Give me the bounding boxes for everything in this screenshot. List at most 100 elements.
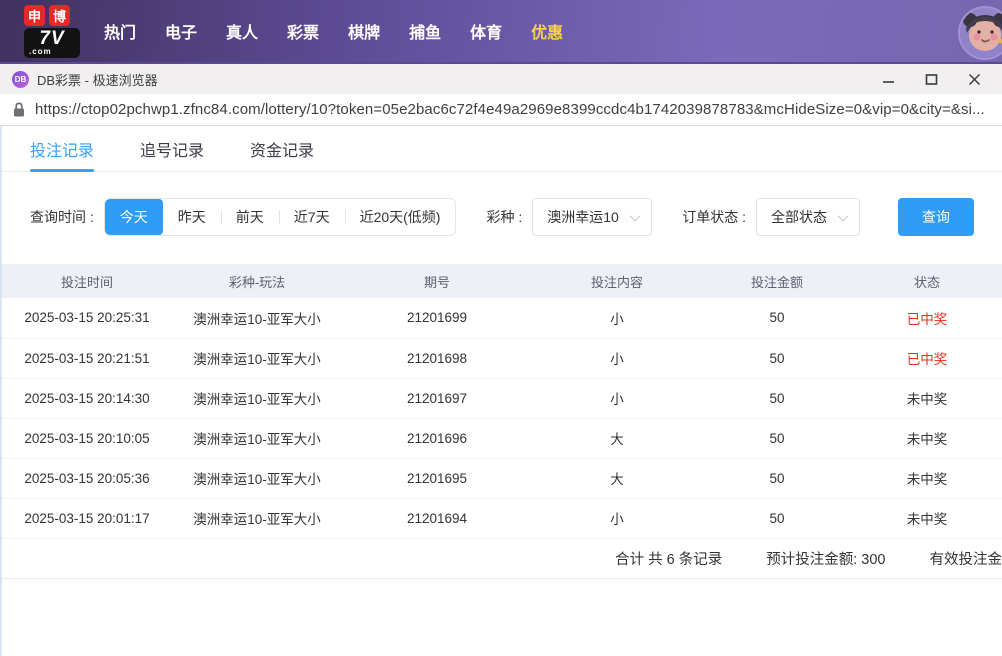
user-avatar[interactable]	[960, 8, 1002, 58]
logo-badge-2: 博	[49, 5, 70, 26]
col-header-bet-amount: 投注金额	[702, 264, 852, 298]
close-icon[interactable]	[966, 71, 982, 87]
lottery-select-value: 澳洲幸运10	[547, 207, 619, 227]
logo-badges: 申 博	[24, 5, 80, 26]
chevron-down-icon	[837, 210, 848, 221]
time-option-yesterday[interactable]: 昨天	[163, 199, 221, 235]
time-option-last-7-days[interactable]: 近7天	[279, 199, 345, 235]
nav-item-promotions[interactable]: 优惠	[531, 19, 563, 43]
logo-suffix: .com	[24, 48, 80, 56]
bet-amount-cell: 50	[702, 418, 852, 458]
tab-bet-records-label: 投注记录	[30, 137, 94, 161]
logo-box: 7V .com	[24, 28, 80, 58]
status-filter-label: 订单状态 :	[682, 207, 746, 227]
page-content: 投注记录 追号记录 资金记录 查询时间 : 今天 昨天 前天 近7天 近20天(…	[0, 126, 1002, 656]
site-nav-menu: 热门 电子 真人 彩票 棋牌 捕鱼 体育 优惠	[104, 19, 563, 43]
logo-brand: 7V	[24, 29, 80, 48]
summary-estimated-amount: 预计投注金额: 300	[766, 548, 885, 569]
tab-chase-records-label: 追号记录	[140, 137, 204, 161]
url-text: https://ctop02pchwp1.zfnc84.com/lottery/…	[35, 101, 985, 118]
tab-fund-records-label: 资金记录	[250, 137, 314, 161]
col-header-issue: 期号	[342, 264, 532, 298]
game-play-cell: 澳洲幸运10-亚军大小	[172, 498, 342, 538]
bet-time-cell: 2025-03-15 20:01:17	[2, 498, 172, 538]
nav-item-lottery[interactable]: 彩票	[287, 19, 319, 43]
browser-title-bar: DB DB彩票 - 极速浏览器	[0, 62, 1002, 94]
status-badge: 未中奖	[852, 458, 1002, 498]
bet-content-cell: 大	[532, 418, 702, 458]
avatar-illustration	[960, 8, 1002, 58]
time-option-today[interactable]: 今天	[105, 199, 163, 235]
time-filter-label: 查询时间 :	[30, 207, 94, 227]
bet-time-cell: 2025-03-15 20:21:51	[2, 338, 172, 378]
search-button[interactable]: 查询	[898, 198, 974, 236]
game-play-cell: 澳洲幸运10-亚军大小	[172, 418, 342, 458]
status-badge: 未中奖	[852, 498, 1002, 538]
bet-content-cell: 小	[532, 338, 702, 378]
bet-time-cell: 2025-03-15 20:14:30	[2, 378, 172, 418]
game-play-cell: 澳洲幸运10-亚军大小	[172, 338, 342, 378]
issue-cell: 21201695	[342, 458, 532, 498]
game-play-cell: 澳洲幸运10-亚军大小	[172, 378, 342, 418]
logo-badge-1: 申	[24, 5, 45, 26]
nav-item-live[interactable]: 真人	[226, 19, 258, 43]
status-badge: 已中奖	[852, 298, 1002, 338]
table-row: 2025-03-15 20:25:31 澳洲幸运10-亚军大小 21201699…	[2, 298, 1002, 338]
table-header-row: 投注时间 彩种-玩法 期号 投注内容 投注金额 状态	[2, 264, 1002, 298]
nav-item-boardgames[interactable]: 棋牌	[348, 19, 380, 43]
table-row: 2025-03-15 20:01:17 澳洲幸运10-亚军大小 21201694…	[2, 498, 1002, 538]
game-play-cell: 澳洲幸运10-亚军大小	[172, 298, 342, 338]
bet-time-cell: 2025-03-15 20:25:31	[2, 298, 172, 338]
col-header-game-play: 彩种-玩法	[172, 264, 342, 298]
tab-fund-records[interactable]: 资金记录	[250, 126, 314, 171]
bet-content-cell: 小	[532, 498, 702, 538]
issue-cell: 21201698	[342, 338, 532, 378]
active-tab-indicator	[30, 169, 94, 172]
status-badge: 已中奖	[852, 338, 1002, 378]
filter-toolbar: 查询时间 : 今天 昨天 前天 近7天 近20天(低频) 彩种 : 澳洲幸运10…	[2, 198, 1002, 236]
time-option-last-20-days[interactable]: 近20天(低频)	[345, 199, 456, 235]
time-range-group: 今天 昨天 前天 近7天 近20天(低频)	[104, 198, 457, 236]
col-header-status: 状态	[852, 264, 1002, 298]
issue-cell: 21201694	[342, 498, 532, 538]
order-status-select[interactable]: 全部状态	[756, 198, 860, 236]
bet-amount-cell: 50	[702, 338, 852, 378]
bet-time-cell: 2025-03-15 20:10:05	[2, 418, 172, 458]
issue-cell: 21201697	[342, 378, 532, 418]
window-title: DB彩票 - 极速浏览器	[37, 70, 880, 89]
lottery-select[interactable]: 澳洲幸运10	[532, 198, 652, 236]
table-row: 2025-03-15 20:21:51 澳洲幸运10-亚军大小 21201698…	[2, 338, 1002, 378]
minimize-icon[interactable]	[880, 71, 896, 87]
col-header-bet-time: 投注时间	[2, 264, 172, 298]
maximize-icon[interactable]	[923, 71, 939, 87]
bet-amount-cell: 50	[702, 498, 852, 538]
issue-cell: 21201696	[342, 418, 532, 458]
lottery-filter-label: 彩种 :	[486, 207, 522, 227]
time-option-day-before[interactable]: 前天	[221, 199, 279, 235]
nav-item-hot[interactable]: 热门	[104, 19, 136, 43]
nav-item-sports[interactable]: 体育	[470, 19, 502, 43]
site-nav: 申 博 7V .com 热门 电子 真人 彩票 棋牌 捕鱼 体育 优惠	[0, 0, 1002, 62]
order-status-select-value: 全部状态	[771, 207, 827, 227]
nav-item-electronic[interactable]: 电子	[165, 19, 197, 43]
bet-content-cell: 大	[532, 458, 702, 498]
site-logo[interactable]: 申 博 7V .com	[24, 5, 80, 58]
summary-total-records: 合计 共 6 条记录	[615, 548, 722, 569]
bet-records-table: 投注时间 彩种-玩法 期号 投注内容 投注金额 状态 2025-03-15 20…	[2, 264, 1002, 539]
issue-cell: 21201699	[342, 298, 532, 338]
window-controls	[880, 71, 990, 87]
tab-bet-records[interactable]: 投注记录	[30, 126, 94, 171]
browser-favicon-icon: DB	[12, 71, 29, 88]
nav-item-fishing[interactable]: 捕鱼	[409, 19, 441, 43]
tab-chase-records[interactable]: 追号记录	[140, 126, 204, 171]
table-row: 2025-03-15 20:05:36 澳洲幸运10-亚军大小 21201695…	[2, 458, 1002, 498]
bet-time-cell: 2025-03-15 20:05:36	[2, 458, 172, 498]
bet-content-cell: 小	[532, 298, 702, 338]
bet-records-section: 投注时间 彩种-玩法 期号 投注内容 投注金额 状态 2025-03-15 20…	[2, 264, 1002, 579]
address-bar[interactable]: https://ctop02pchwp1.zfnc84.com/lottery/…	[0, 94, 1002, 126]
record-tabs: 投注记录 追号记录 资金记录	[2, 126, 1002, 172]
bet-content-cell: 小	[532, 378, 702, 418]
chevron-down-icon	[630, 210, 641, 221]
col-header-bet-content: 投注内容	[532, 264, 702, 298]
bet-amount-cell: 50	[702, 298, 852, 338]
